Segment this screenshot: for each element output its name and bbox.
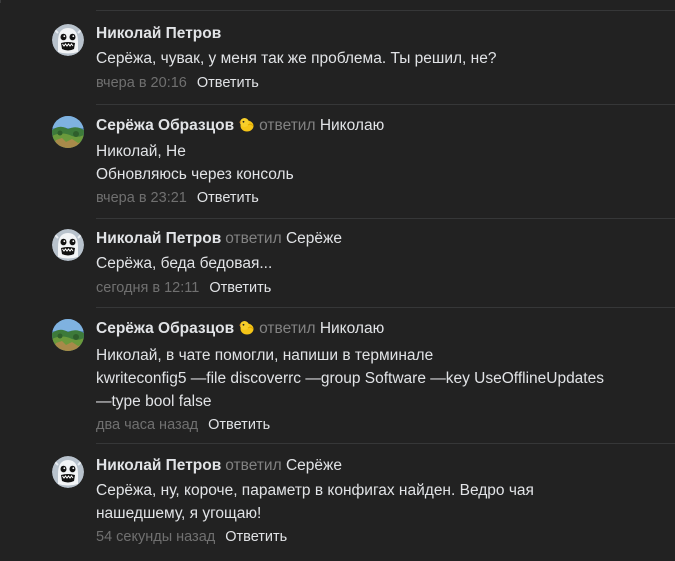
comment-line: Серёжа, ну, короче, параметр в конфигах …	[96, 482, 534, 499]
comment-separator	[96, 443, 675, 444]
reply-button[interactable]: Ответить	[209, 280, 271, 296]
comment-separator	[96, 218, 675, 219]
comment-line: нашедшему, я угощаю!	[96, 505, 262, 522]
reply-button[interactable]: Ответить	[197, 75, 259, 91]
comment-text: Серёжа, беда бедовая...	[96, 252, 665, 275]
comment-date[interactable]: 54 секунды назад	[96, 529, 215, 545]
replied-to-name[interactable]: Серёже	[286, 457, 342, 474]
comment-text: Николай, Не Обновляюсь через консоль	[96, 140, 665, 186]
comment-line: Николай, в чате помогли, напиши в термин…	[96, 347, 434, 364]
reply-button[interactable]: Ответить	[197, 190, 259, 206]
chick-emoji-icon	[238, 320, 255, 341]
replied-label: ответил	[259, 320, 316, 337]
comment-line: Серёжа, беда бедовая...	[96, 255, 273, 272]
comment-date[interactable]: два часа назад	[96, 417, 198, 433]
reply-button[interactable]: Ответить	[208, 417, 270, 433]
replied-label: ответил	[259, 117, 316, 134]
comment-line: Николай, Не	[96, 143, 186, 160]
replied-label: ответил	[225, 457, 282, 474]
comment-header: Серёжа Образцов ответил Николаю	[96, 319, 665, 341]
landscape-photo-icon	[52, 116, 84, 148]
comment-meta: вчера в 23:21 Ответить	[96, 188, 665, 208]
replied-to-name[interactable]: Николаю	[320, 117, 384, 134]
landscape-avatar[interactable]	[52, 116, 84, 148]
comment-header: Серёжа Образцов ответил Николаю	[96, 116, 665, 138]
comment-header: Николай Петров ответил Серёже	[96, 456, 665, 476]
comment-date[interactable]: сегодня в 12:11	[96, 280, 199, 296]
comment-text: Серёжа, ну, короче, параметр в конфигах …	[96, 479, 665, 525]
ghost-face-icon	[52, 229, 84, 261]
replied-to-name[interactable]: Николаю	[320, 320, 384, 337]
comment-header: Николай Петров	[96, 24, 665, 44]
author-name[interactable]: Серёжа Образцов	[96, 117, 234, 134]
ghost-face-icon	[52, 24, 84, 56]
top-divider	[96, 10, 675, 11]
ghost-face-icon	[52, 456, 84, 488]
comment-header: Николай Петров ответил Серёже	[96, 229, 665, 249]
comment-line: Серёжа, чувак, у меня так же проблема. Т…	[96, 50, 497, 67]
ghost-face-avatar[interactable]	[52, 24, 84, 56]
comment-line: —type bool false	[96, 393, 212, 410]
author-name[interactable]: Серёжа Образцов	[96, 320, 234, 337]
top-edge-marker	[0, 0, 13, 3]
comment-meta: вчера в 20:16 Ответить	[96, 73, 665, 93]
reply-button[interactable]: Ответить	[225, 529, 287, 545]
comment-text: Николай, в чате помогли, напиши в термин…	[96, 344, 665, 413]
comment-line: kwriteconfig5 —file discoverrc —group So…	[96, 370, 604, 387]
author-name[interactable]: Николай Петров	[96, 230, 221, 247]
landscape-photo-icon	[52, 319, 84, 351]
ghost-face-avatar[interactable]	[52, 456, 84, 488]
comment-meta: сегодня в 12:11 Ответить	[96, 278, 665, 298]
author-name[interactable]: Николай Петров	[96, 457, 221, 474]
comment-line: Обновляюсь через консоль	[96, 166, 294, 183]
comment-date[interactable]: вчера в 20:16	[96, 75, 187, 91]
ghost-face-avatar[interactable]	[52, 229, 84, 261]
comment-meta: два часа назад Ответить	[96, 415, 665, 435]
replied-to-name[interactable]: Серёже	[286, 230, 342, 247]
author-name[interactable]: Николай Петров	[96, 25, 221, 42]
comment-meta: 54 секунды назад Ответить	[96, 527, 665, 547]
comment-separator	[96, 307, 675, 308]
comment-text: Серёжа, чувак, у меня так же проблема. Т…	[96, 47, 665, 70]
replied-label: ответил	[225, 230, 282, 247]
comment-separator	[96, 104, 675, 105]
comment-date[interactable]: вчера в 23:21	[96, 190, 187, 206]
landscape-avatar[interactable]	[52, 319, 84, 351]
chick-emoji-icon	[238, 117, 255, 138]
